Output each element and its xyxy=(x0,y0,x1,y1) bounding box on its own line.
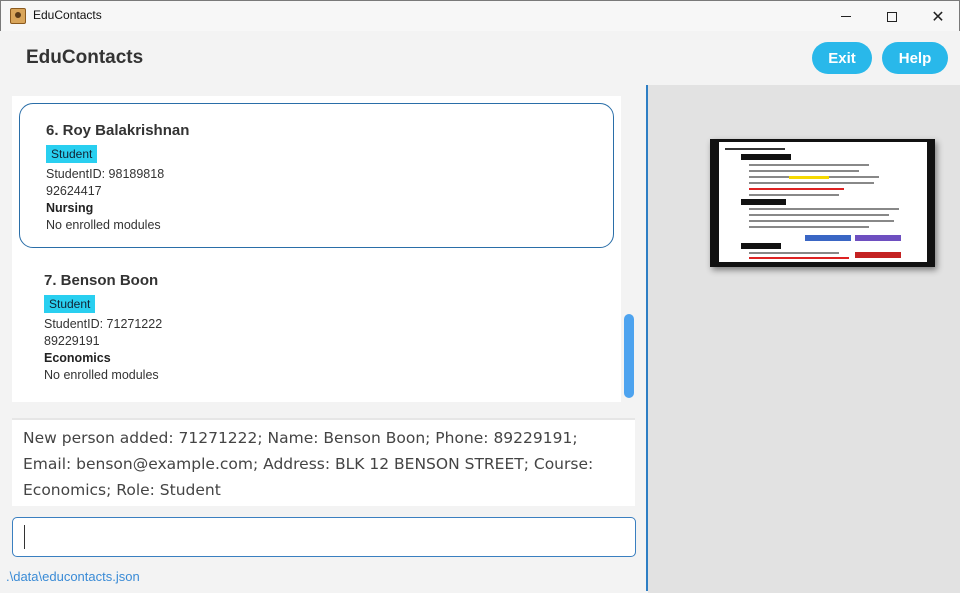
maximize-icon xyxy=(887,11,897,22)
contact-course: Economics xyxy=(44,351,111,365)
exit-button[interactable]: Exit xyxy=(812,42,872,74)
list-scrollbar-thumb[interactable] xyxy=(624,314,634,398)
contact-modules: No enrolled modules xyxy=(44,368,159,382)
preview-image xyxy=(710,139,935,267)
close-button[interactable]: ✕ xyxy=(915,1,960,32)
status-file-path: .\data\educontacts.json xyxy=(6,569,140,584)
maximize-button[interactable] xyxy=(869,1,915,32)
minimize-button[interactable] xyxy=(823,1,869,32)
contact-name: 7. Benson Boon xyxy=(44,272,159,289)
contact-modules: No enrolled modules xyxy=(46,218,161,232)
window-titlebar: EduContacts ✕ xyxy=(0,0,960,31)
contact-list[interactable]: 6. Roy Balakrishnan Student StudentID: 9… xyxy=(12,96,622,402)
contact-phone: 89229191 xyxy=(44,334,100,348)
contact-course: Nursing xyxy=(46,201,94,215)
help-button[interactable]: Help xyxy=(882,42,948,74)
text-caret xyxy=(24,525,25,549)
preview-document xyxy=(719,142,927,262)
contact-card[interactable]: 6. Roy Balakrishnan Student StudentID: 9… xyxy=(19,103,614,248)
window-title: EduContacts xyxy=(33,8,102,22)
app-icon xyxy=(10,8,26,24)
close-icon: ✕ xyxy=(931,6,945,26)
command-input[interactable] xyxy=(12,517,636,557)
minimize-icon xyxy=(841,16,851,17)
result-display: New person added: 71271222; Name: Benson… xyxy=(12,418,635,506)
contact-student-id: StudentID: 98189818 xyxy=(46,167,165,181)
role-tag: Student xyxy=(44,295,96,313)
app-heading: EduContacts xyxy=(26,47,144,68)
contact-phone: 92624417 xyxy=(46,184,102,198)
contact-student-id: StudentID: 71271222 xyxy=(44,317,163,331)
contact-card[interactable]: 7. Benson Boon Student StudentID: 712712… xyxy=(19,254,614,399)
app-header: EduContacts Exit Help xyxy=(0,31,960,85)
role-tag: Student xyxy=(46,145,98,163)
contact-name: 6. Roy Balakrishnan xyxy=(46,122,190,139)
